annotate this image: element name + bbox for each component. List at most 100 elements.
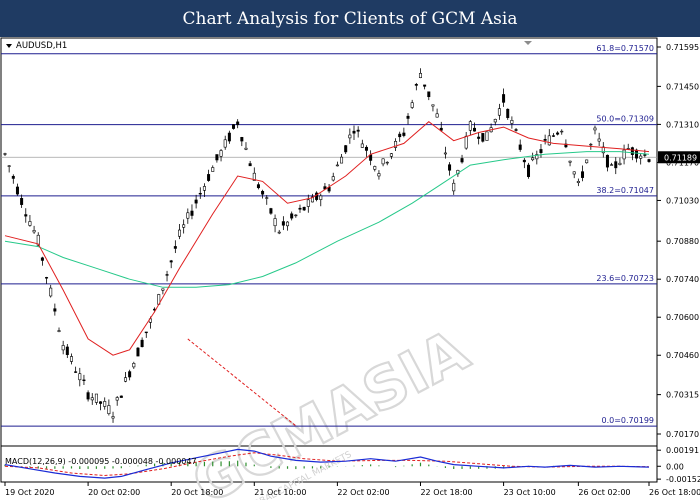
candle-body — [178, 229, 182, 237]
time-tick-label: 23 Oct 10:00 — [504, 488, 556, 497]
candle-body — [493, 118, 497, 123]
candle-body — [381, 158, 385, 165]
candle-body — [335, 164, 339, 167]
fib-level-label: 38.2=0.71047 — [596, 186, 654, 195]
candle-body — [202, 186, 206, 191]
candle-body — [182, 224, 186, 228]
candle-body — [356, 129, 360, 132]
candle-body — [132, 363, 136, 368]
candle-body — [111, 416, 115, 419]
candle-body — [265, 197, 269, 199]
candle-body — [74, 371, 78, 373]
candle-body — [140, 339, 144, 348]
candle-body — [597, 138, 601, 142]
candle-body — [45, 277, 49, 279]
candle-body — [410, 102, 414, 108]
candle-body — [86, 392, 90, 400]
candle-body — [3, 153, 7, 155]
candle-body — [369, 154, 373, 161]
time-axis: 19 Oct 2020 20 Oct 02:00 20 Oct 18:00 21 Oc… — [4, 482, 700, 497]
candle-body — [402, 132, 406, 136]
candle-body — [610, 164, 614, 166]
candle-body — [585, 159, 589, 164]
candle-body — [82, 379, 86, 382]
candle-body — [630, 147, 634, 155]
candle-body — [385, 161, 389, 164]
candle-body — [94, 393, 98, 403]
candle-body — [215, 154, 219, 161]
macd-tick-label: 0.00 — [666, 462, 684, 471]
candle-body — [53, 308, 57, 312]
candle-body — [481, 133, 485, 142]
candle-body — [518, 144, 522, 150]
candle-body — [622, 149, 626, 160]
candle-body — [435, 113, 439, 118]
candle-body — [128, 371, 132, 378]
candle-body — [32, 230, 36, 233]
candle-body — [556, 132, 560, 135]
symbol-label: AUDUSD,H1 — [16, 41, 67, 51]
candle-body — [477, 136, 481, 139]
candle-body — [506, 108, 510, 118]
candle-body — [173, 246, 177, 249]
candle-body — [427, 91, 431, 98]
candle-body — [227, 132, 231, 142]
price-tick-label: 0.71450 — [666, 82, 699, 91]
candle-body — [589, 143, 593, 146]
candle-body — [240, 137, 244, 142]
candle-body — [547, 135, 551, 146]
candle-body — [452, 182, 456, 192]
candle-body — [605, 154, 609, 168]
candle-body — [261, 190, 265, 195]
candle-body — [78, 373, 82, 381]
candle-body — [539, 149, 543, 154]
candle-body — [423, 84, 427, 87]
candle-body — [28, 221, 32, 226]
candle-body — [207, 174, 211, 181]
time-tick-label: 26 Oct 02:00 — [578, 488, 630, 497]
fib-level-label: 61.8=0.71570 — [596, 44, 654, 53]
candle-body — [161, 288, 165, 291]
current-price-label: 0.71189 — [664, 153, 697, 162]
candle-body — [211, 167, 215, 172]
candle-body — [269, 208, 273, 214]
candle-body — [472, 127, 476, 132]
time-tick-label: 21 Oct 10:00 — [254, 488, 306, 497]
candle-body — [568, 160, 572, 163]
candle-body — [232, 124, 236, 129]
candle-body — [635, 149, 639, 159]
price-tick-label: 0.70315 — [666, 391, 699, 400]
price-tick-label: 0.70460 — [666, 351, 699, 360]
candle-body — [40, 257, 44, 261]
candle-body — [531, 157, 535, 161]
candle-body — [614, 161, 618, 169]
candle-body — [107, 405, 111, 414]
banner-title: Chart Analysis for Clients of GCM Asia — [182, 8, 518, 29]
candle-body — [198, 192, 202, 195]
candle-body — [543, 139, 547, 141]
candle-body — [527, 164, 531, 177]
candle-body — [593, 127, 597, 131]
candle-body — [49, 287, 53, 297]
price-tick-label: 0.70740 — [666, 275, 699, 284]
candle-body — [15, 186, 19, 195]
candle-body — [61, 345, 65, 351]
candle-body — [144, 331, 148, 334]
candle-body — [190, 210, 194, 216]
candle-body — [373, 166, 377, 170]
candle-body — [377, 173, 381, 177]
candle-body — [69, 356, 73, 362]
fib-level-label: 23.6=0.70723 — [596, 274, 654, 283]
candle-body — [11, 175, 15, 179]
price-tick-label: 0.70880 — [666, 237, 699, 246]
candle-body — [194, 199, 198, 204]
candle-body — [448, 164, 452, 171]
candle-body — [576, 181, 580, 184]
candle-body — [294, 214, 298, 217]
candle-body — [643, 154, 647, 156]
macd-label: MACD(12,26,9) -0.000095 -0.000048 -0.000… — [5, 457, 197, 466]
price-tick-label: 0.70600 — [666, 313, 699, 322]
fib-level-label: 0.0=0.70199 — [601, 416, 654, 425]
chart-banner: Chart Analysis for Clients of GCM Asia — [0, 0, 700, 37]
candle-body — [502, 94, 506, 103]
